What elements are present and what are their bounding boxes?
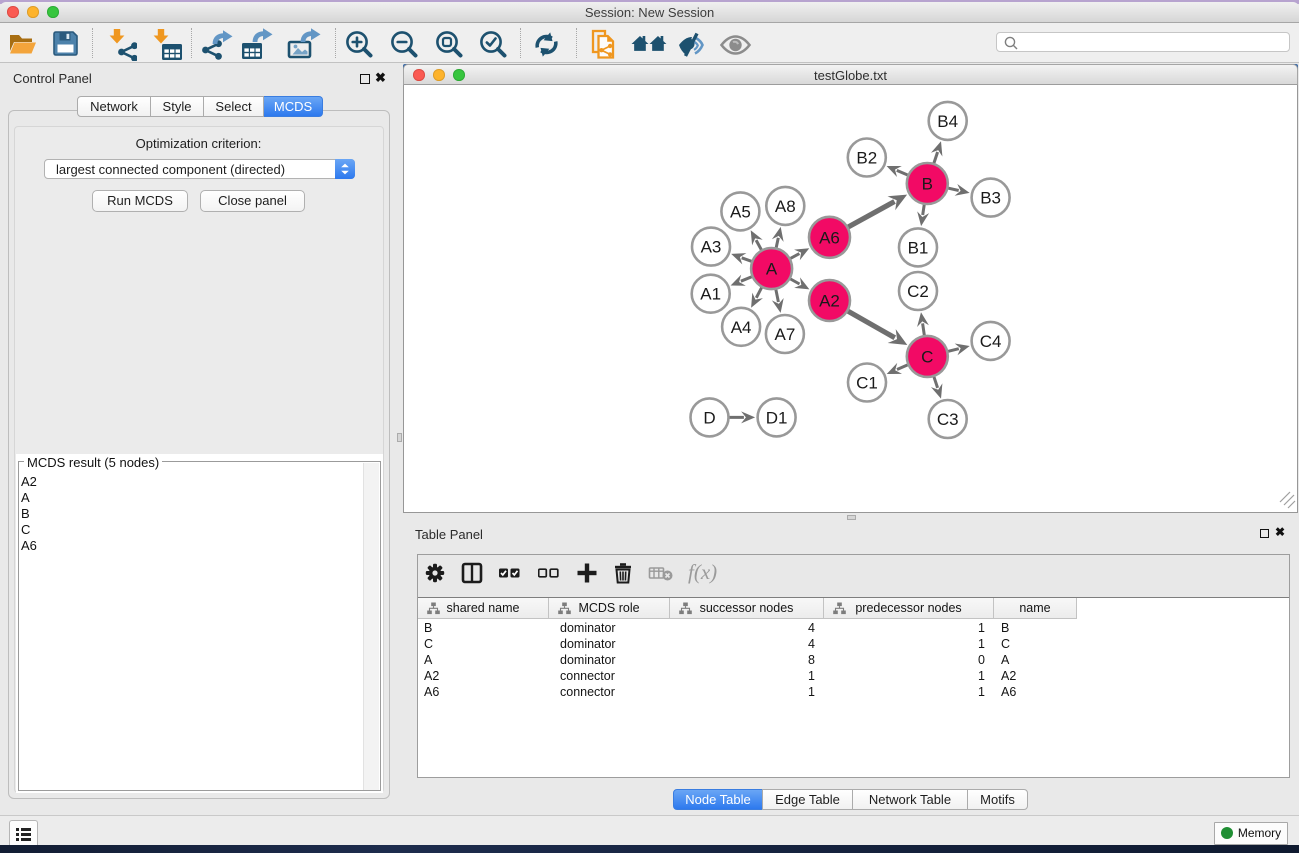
svg-text:D: D — [703, 408, 715, 427]
svg-text:B2: B2 — [856, 149, 877, 168]
svg-text:C3: C3 — [937, 410, 959, 429]
svg-text:A6: A6 — [819, 228, 840, 247]
svg-text:C: C — [921, 347, 933, 366]
svg-text:A5: A5 — [730, 202, 751, 221]
svg-text:A4: A4 — [731, 318, 752, 337]
svg-text:B: B — [922, 175, 933, 194]
svg-text:A: A — [766, 260, 778, 279]
svg-text:D1: D1 — [766, 408, 788, 427]
svg-text:A3: A3 — [701, 238, 722, 257]
svg-text:A7: A7 — [775, 325, 796, 344]
svg-text:A1: A1 — [700, 285, 721, 304]
svg-text:B4: B4 — [937, 112, 958, 131]
svg-text:C4: C4 — [980, 332, 1002, 351]
svg-text:B1: B1 — [908, 238, 929, 257]
svg-text:A2: A2 — [819, 292, 840, 311]
svg-text:B3: B3 — [980, 189, 1001, 208]
svg-text:C2: C2 — [907, 282, 929, 301]
svg-text:A8: A8 — [775, 197, 796, 216]
svg-text:C1: C1 — [856, 374, 878, 393]
